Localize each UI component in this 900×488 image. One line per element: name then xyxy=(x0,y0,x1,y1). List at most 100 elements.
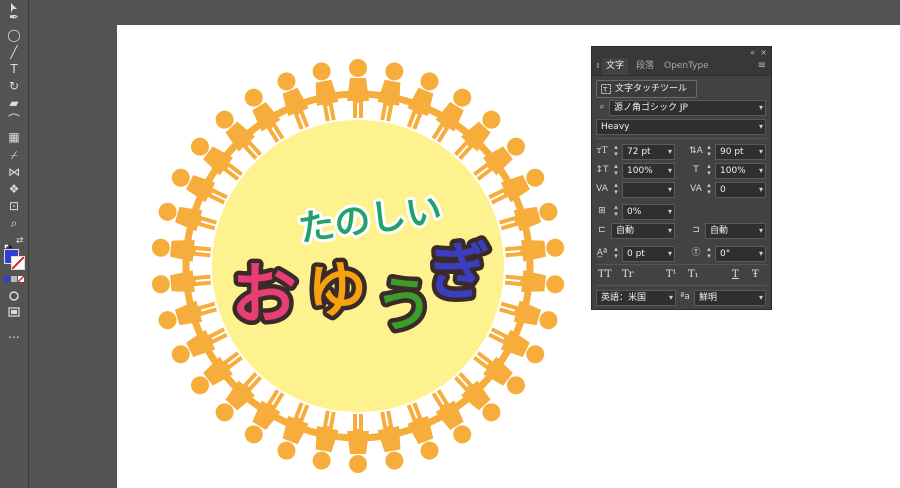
aki-right-dropdown[interactable]: 自動 ▾ xyxy=(705,223,766,239)
chevron-down-icon: ▾ xyxy=(667,249,672,258)
chevron-down-icon: ▾ xyxy=(758,166,763,175)
edit-toolbar-icon[interactable]: ... xyxy=(4,327,24,342)
panel-menu-icon[interactable]: ≡ xyxy=(758,60,766,72)
gradient-tool-icon[interactable]: ▦ xyxy=(4,130,24,145)
strikethrough-button[interactable]: Ŧ xyxy=(752,269,759,280)
font-family-dropdown[interactable]: 源ノ角ゴシック JP ▾ xyxy=(609,100,766,116)
artboard-tool-icon[interactable]: ⊡ xyxy=(4,199,24,214)
horizontal-scale-field[interactable]: 100% ▾ xyxy=(715,163,766,179)
baseline-shift-field[interactable]: 0 pt ▾ xyxy=(622,246,675,262)
horizontal-scale-stepper[interactable]: ▴ ▾ xyxy=(705,163,713,177)
tracking-stepper[interactable]: ▴ ▾ xyxy=(705,182,713,196)
kerning-field[interactable]: ▾ xyxy=(622,182,675,198)
divider xyxy=(596,285,767,286)
pen-tool-icon[interactable]: ✒ xyxy=(4,10,24,25)
leading-stepper[interactable]: ▴ ▾ xyxy=(705,144,713,158)
chevron-down-icon: ▾ xyxy=(758,122,763,131)
aki-left-icon: ⊏ xyxy=(598,225,606,235)
draw-mode-icon[interactable] xyxy=(4,288,24,303)
swap-fill-stroke-icon[interactable]: ⇄ xyxy=(16,237,24,246)
aki-right-icon: ⊐ xyxy=(692,225,700,235)
tab-paragraph[interactable]: 段落 xyxy=(632,58,658,75)
person-figure xyxy=(151,238,212,262)
chevron-down-icon: ▾ xyxy=(758,293,763,302)
artwork[interactable]: たのしい お ゆ う ぎ xyxy=(145,45,570,484)
chevron-down-icon: ▾ xyxy=(758,147,763,156)
person-figure xyxy=(312,62,339,122)
person-figure xyxy=(347,414,369,473)
character-rotation-icon: Ⓣ xyxy=(691,248,701,258)
language-dropdown[interactable]: 英語：米国 ▾ xyxy=(596,290,676,306)
chevron-down-icon: ▾ xyxy=(758,103,763,112)
underline-button[interactable]: T xyxy=(732,269,739,280)
svg-text:T: T xyxy=(602,86,608,94)
baseline-shift-stepper[interactable]: ▴ ▾ xyxy=(612,246,620,260)
font-size-stepper[interactable]: ▴ ▾ xyxy=(612,144,620,158)
color-mode-buttons[interactable] xyxy=(4,276,24,282)
stroke-color-swatch[interactable] xyxy=(11,256,25,270)
kerning-stepper[interactable]: ▴ ▾ xyxy=(612,182,620,196)
blend-tool-icon[interactable]: ⋈ xyxy=(4,165,24,180)
tsume-icon: ⊞ xyxy=(598,206,606,216)
lasso-tool-icon[interactable]: ⌒ xyxy=(4,113,24,128)
baseline-shift-icon: A̲ª xyxy=(596,248,608,258)
tsume-field[interactable]: 0% ▾ xyxy=(622,204,675,220)
tab-opentype[interactable]: OpenType xyxy=(660,58,713,75)
eyedropper-tool-icon[interactable]: ⌿ xyxy=(4,148,24,163)
chevron-down-icon: ▾ xyxy=(758,226,763,235)
person-figure xyxy=(151,270,212,294)
close-panel-button[interactable]: × xyxy=(760,47,767,58)
rotation-stepper[interactable]: ▴ ▾ xyxy=(705,246,713,260)
default-fill-stroke-icon[interactable] xyxy=(3,237,13,253)
chevron-down-icon: ▾ xyxy=(667,207,672,216)
type-tool-icon[interactable]: T xyxy=(4,62,24,77)
eraser-tool-icon[interactable]: ▰ xyxy=(4,96,24,111)
font-size-field[interactable]: 72 pt ▾ xyxy=(622,144,675,160)
tracking-icon: VA xyxy=(690,184,702,194)
chevron-down-icon: ▾ xyxy=(758,249,763,258)
char-u: う xyxy=(375,271,433,339)
touch-type-tool-button[interactable]: T 文字タッチツール xyxy=(596,80,697,98)
all-caps-button[interactable]: TT xyxy=(598,269,612,280)
chevron-down-icon: ▾ xyxy=(667,147,672,156)
char-gi: ぎ xyxy=(428,235,490,308)
paintbrush-tool-icon[interactable]: ╱ xyxy=(4,45,24,60)
divider xyxy=(596,264,767,265)
antialias-dropdown[interactable]: 鮮明 ▾ xyxy=(694,290,766,306)
person-figure xyxy=(377,410,404,470)
tsume-stepper[interactable]: ▴ ▾ xyxy=(612,204,620,218)
tracking-field[interactable]: 0 ▾ xyxy=(715,182,766,198)
chevron-down-icon: ▾ xyxy=(668,293,673,302)
tab-character[interactable]: 文字 xyxy=(602,58,629,75)
panel-title-bar: « × xyxy=(592,47,771,58)
person-figure xyxy=(504,270,565,294)
screen-mode-icon[interactable] xyxy=(4,304,24,319)
person-figure xyxy=(377,62,404,122)
char-o: お xyxy=(231,256,297,333)
reorder-icon[interactable]: ⇕ xyxy=(595,58,601,75)
rotate-tool-icon[interactable]: ↻ xyxy=(4,79,24,94)
touch-type-label: 文字タッチツール xyxy=(615,84,688,94)
leading-field[interactable]: 90 pt ▾ xyxy=(715,144,766,160)
subscript-button[interactable]: T₁ xyxy=(688,269,699,280)
person-figure xyxy=(312,410,339,470)
chevron-down-icon: ▾ xyxy=(667,166,672,175)
panel-tab-bar: ⇕ 文字 段落 OpenType ≡ xyxy=(592,58,771,76)
superscript-button[interactable]: T¹ xyxy=(666,269,677,280)
aki-left-dropdown[interactable]: 自動 ▾ xyxy=(611,223,675,239)
person-figure xyxy=(504,238,565,262)
tools-panel: ✒ ◯ ╱ T ↻ ▰ ⌒ ▦ ⌿ ⋈ ❖ ⊡ ⌕ ⇄ ... xyxy=(0,0,29,488)
symbol-sprayer-tool-icon[interactable]: ❖ xyxy=(4,182,24,197)
horizontal-scale-icon: T xyxy=(693,165,699,175)
ellipse-tool-icon[interactable]: ◯ xyxy=(4,28,24,43)
antialias-icon: ªa xyxy=(680,292,690,302)
font-style-dropdown[interactable]: Heavy ▾ xyxy=(596,119,766,135)
small-caps-button[interactable]: Tr xyxy=(622,269,633,280)
touch-type-icon: T xyxy=(601,84,611,94)
rotation-field[interactable]: 0° ▾ xyxy=(715,246,766,262)
vertical-scale-field[interactable]: 100% ▾ xyxy=(622,163,675,179)
zoom-tool-icon[interactable]: ⌕ xyxy=(4,216,24,231)
character-panel: « × ⇕ 文字 段落 OpenType ≡ T 文字タッチツール ⌕ 源ノ角ゴ… xyxy=(591,46,772,310)
collapse-panel-button[interactable]: « xyxy=(750,47,755,58)
vertical-scale-stepper[interactable]: ▴ ▾ xyxy=(612,163,620,177)
